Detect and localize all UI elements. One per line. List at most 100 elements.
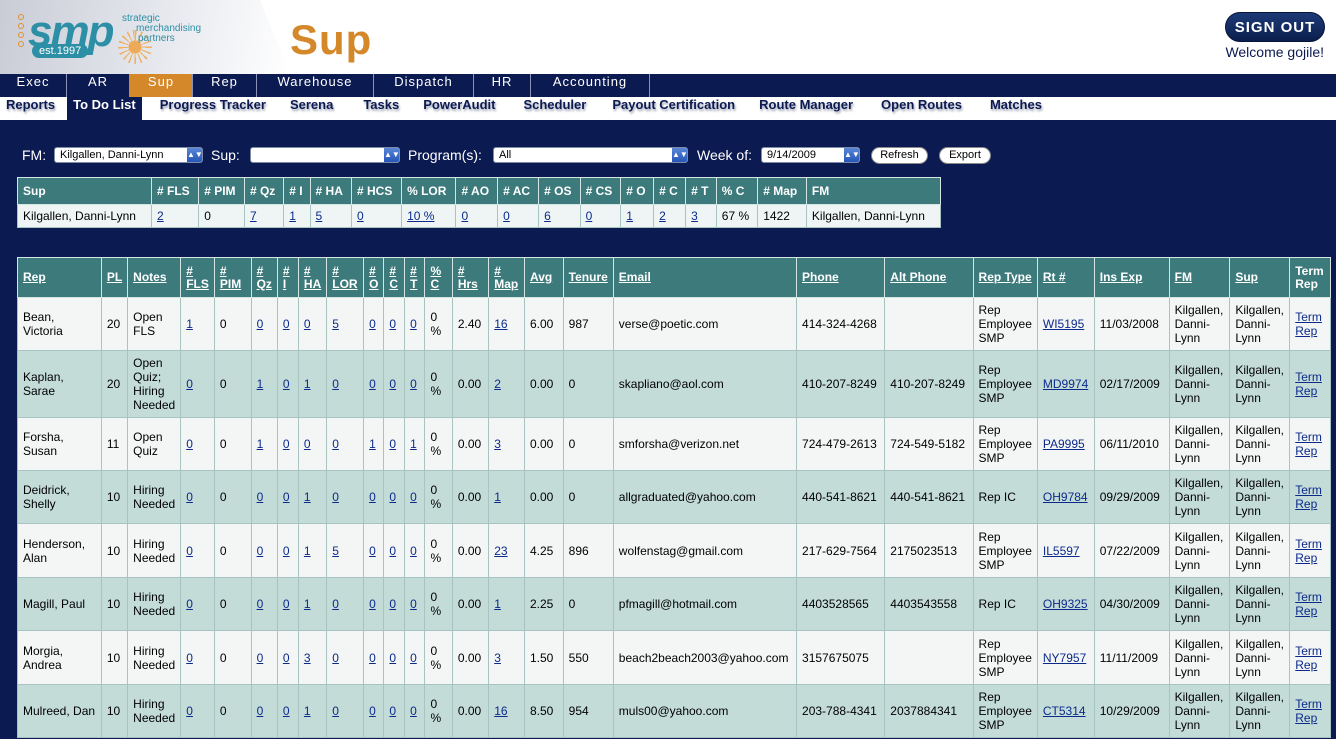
count-link[interactable]: 1: [257, 437, 264, 451]
rep-col-ins-exp[interactable]: Ins Exp: [1093, 257, 1170, 298]
rep-col-pl[interactable]: PL: [100, 257, 129, 298]
count-link[interactable]: 3: [304, 651, 311, 665]
term-rep-link[interactable]: Term Rep: [1295, 644, 1322, 672]
rep-col-pim[interactable]: # PIM: [213, 257, 252, 298]
sort-link-sup[interactable]: Sup: [1235, 270, 1258, 284]
sub-tab-reports[interactable]: Reports: [0, 97, 61, 120]
count-link[interactable]: 0: [410, 704, 417, 718]
term-rep-link[interactable]: Term Rep: [1295, 590, 1322, 618]
main-tab-hr[interactable]: HR: [474, 74, 531, 97]
count-link[interactable]: 0: [332, 490, 339, 504]
sort-link-c[interactable]: % C: [430, 264, 441, 291]
count-link[interactable]: 0: [369, 651, 376, 665]
count-link[interactable]: 0: [410, 490, 417, 504]
sub-tab-matches[interactable]: Matches: [984, 97, 1048, 120]
sign-out-button[interactable]: SIGN OUT: [1225, 12, 1325, 42]
sort-link-map[interactable]: # Map: [494, 264, 518, 291]
count-link[interactable]: 0: [257, 490, 264, 504]
term-rep-link[interactable]: Term Rep: [1295, 483, 1322, 511]
count-link[interactable]: 0: [389, 377, 396, 391]
count-link[interactable]: 0: [283, 317, 290, 331]
count-link[interactable]: 0: [186, 597, 193, 611]
rep-col-alt-phone[interactable]: Alt Phone: [884, 257, 974, 298]
summary-count-link[interactable]: 5: [316, 209, 323, 223]
rep-col-hrs[interactable]: # Hrs: [451, 257, 490, 298]
count-link[interactable]: 0: [369, 377, 376, 391]
rep-col-ha[interactable]: # HA: [297, 257, 328, 298]
count-link[interactable]: 0: [186, 544, 193, 558]
count-link[interactable]: 2: [494, 377, 501, 391]
route-link[interactable]: OH9325: [1043, 597, 1088, 611]
sort-link-pim[interactable]: # PIM: [220, 264, 241, 291]
sort-link-qz[interactable]: # Qz: [257, 264, 272, 291]
count-link[interactable]: 1: [369, 437, 376, 451]
count-link[interactable]: 0: [410, 544, 417, 558]
count-link[interactable]: 0: [257, 704, 264, 718]
sort-link-hrs[interactable]: # Hrs: [458, 264, 478, 291]
count-link[interactable]: 0: [410, 317, 417, 331]
count-link[interactable]: 0: [332, 437, 339, 451]
rep-col-fm[interactable]: FM: [1168, 257, 1231, 298]
main-tab-rep[interactable]: Rep: [193, 74, 257, 97]
count-link[interactable]: 0: [389, 317, 396, 331]
count-link[interactable]: 0: [283, 651, 290, 665]
sort-link-ins-exp[interactable]: Ins Exp: [1100, 270, 1143, 284]
sub-tab-poweraudit[interactable]: PowerAudit: [417, 97, 501, 120]
programs-select[interactable]: All ▲▼: [493, 147, 688, 163]
sort-link-fls[interactable]: # FLS: [186, 264, 209, 291]
count-link[interactable]: 0: [257, 597, 264, 611]
term-rep-link[interactable]: Term Rep: [1295, 430, 1322, 458]
summary-count-link[interactable]: 2: [157, 209, 164, 223]
rep-col-qz[interactable]: # Qz: [250, 257, 278, 298]
sub-tab-payout-certification[interactable]: Payout Certification: [606, 97, 741, 120]
summary-count-link[interactable]: 1: [626, 209, 633, 223]
count-link[interactable]: 0: [186, 437, 193, 451]
count-link[interactable]: 0: [283, 704, 290, 718]
route-link[interactable]: WI5195: [1043, 317, 1084, 331]
count-link[interactable]: 0: [283, 544, 290, 558]
count-link[interactable]: 0: [410, 597, 417, 611]
count-link[interactable]: 0: [332, 377, 339, 391]
sort-link-c[interactable]: # C: [389, 264, 398, 291]
sort-link-phone[interactable]: Phone: [802, 270, 839, 284]
rep-col-map[interactable]: # Map: [488, 257, 525, 298]
main-tab-ar[interactable]: AR: [67, 74, 130, 97]
sub-tab-scheduler[interactable]: Scheduler: [517, 97, 592, 120]
sort-link-rt[interactable]: Rt #: [1043, 270, 1066, 284]
count-link[interactable]: 0: [389, 651, 396, 665]
sub-tab-tasks[interactable]: Tasks: [357, 97, 405, 120]
sort-link-email[interactable]: Email: [619, 270, 651, 284]
rep-col-avg[interactable]: Avg: [523, 257, 564, 298]
count-link[interactable]: 0: [283, 377, 290, 391]
count-link[interactable]: 0: [332, 597, 339, 611]
count-link[interactable]: 0: [332, 704, 339, 718]
summary-count-link[interactable]: 10 %: [407, 209, 434, 223]
sort-link-rep[interactable]: Rep: [23, 270, 46, 284]
count-link[interactable]: 0: [186, 377, 193, 391]
count-link[interactable]: 0: [257, 651, 264, 665]
sort-link-pl[interactable]: PL: [107, 270, 122, 284]
count-link[interactable]: 1: [186, 317, 193, 331]
fm-select[interactable]: Kilgallen, Danni-Lynn ▲▼: [54, 147, 203, 163]
rep-col-t[interactable]: # T: [404, 257, 426, 298]
rep-col-c[interactable]: # C: [383, 257, 406, 298]
sort-link-o[interactable]: # O: [369, 264, 378, 291]
rep-col-email[interactable]: Email: [612, 257, 798, 298]
count-link[interactable]: 0: [332, 651, 339, 665]
sub-tab-route-manager[interactable]: Route Manager: [753, 97, 859, 120]
count-link[interactable]: 0: [257, 317, 264, 331]
route-link[interactable]: CT5314: [1043, 704, 1086, 718]
rep-col-o[interactable]: # O: [363, 257, 385, 298]
route-link[interactable]: OH9784: [1043, 490, 1088, 504]
count-link[interactable]: 0: [304, 437, 311, 451]
rep-col-notes[interactable]: Notes: [127, 257, 182, 298]
summary-count-link[interactable]: 0: [357, 209, 364, 223]
count-link[interactable]: 16: [494, 317, 507, 331]
sort-link-lor[interactable]: # LOR: [332, 264, 357, 291]
rep-col-i[interactable]: # I: [276, 257, 299, 298]
count-link[interactable]: 16: [494, 704, 507, 718]
summary-count-link[interactable]: 1: [289, 209, 296, 223]
main-tab-accounting[interactable]: Accounting: [531, 74, 650, 97]
count-link[interactable]: 23: [494, 544, 507, 558]
rep-col-fls[interactable]: # FLS: [180, 257, 215, 298]
